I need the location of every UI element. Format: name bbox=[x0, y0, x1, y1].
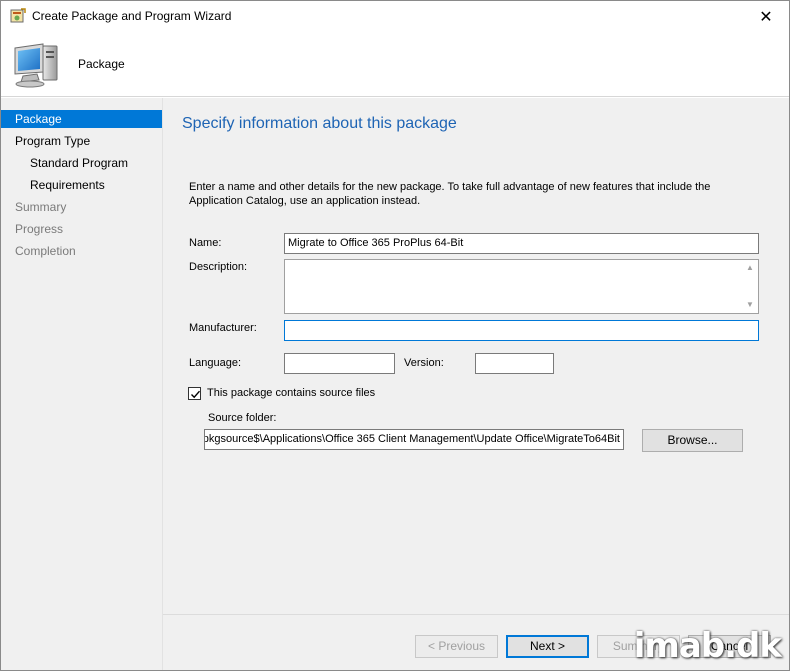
description-input[interactable]: ▲ ▼ bbox=[284, 259, 759, 314]
step-requirements[interactable]: Requirements bbox=[1, 176, 162, 194]
step-standard-program[interactable]: Standard Program bbox=[1, 154, 162, 172]
scroll-down-icon[interactable]: ▼ bbox=[745, 300, 755, 310]
window-title: Create Package and Program Wizard bbox=[32, 9, 232, 23]
page-title: Specify information about this package bbox=[182, 115, 457, 132]
wizard-window: Create Package and Program Wizard ✕ Pack… bbox=[0, 0, 790, 671]
wizard-main-panel: Specify information about this package E… bbox=[163, 98, 789, 670]
step-package[interactable]: Package bbox=[1, 110, 162, 128]
computer-monitor-icon bbox=[14, 43, 58, 88]
version-label: Version: bbox=[404, 357, 444, 369]
language-label: Language: bbox=[189, 357, 241, 369]
step-summary: Summary bbox=[15, 200, 67, 214]
wizard-app-icon bbox=[10, 8, 26, 23]
source-folder-label: Source folder: bbox=[208, 412, 277, 424]
browse-button[interactable]: Browse... bbox=[642, 429, 743, 452]
manufacturer-label: Manufacturer: bbox=[189, 322, 257, 334]
source-folder-input[interactable]: \\cm01\pkgsource$\Applications\Office 36… bbox=[204, 429, 624, 450]
language-input[interactable] bbox=[284, 353, 395, 374]
step-progress: Progress bbox=[15, 222, 64, 236]
step-program-type[interactable]: Program Type bbox=[1, 132, 162, 150]
title-bar: Create Package and Program Wizard ✕ bbox=[1, 1, 789, 32]
intro-text: Enter a name and other details for the n… bbox=[189, 181, 711, 207]
step-completion: Completion bbox=[15, 244, 76, 258]
wizard-header: Package bbox=[1, 32, 789, 97]
watermark-logo: imab.dk bbox=[633, 626, 782, 666]
footer-separator bbox=[163, 614, 789, 615]
manufacturer-input[interactable] bbox=[284, 320, 759, 341]
name-label: Name: bbox=[189, 237, 222, 249]
next-button[interactable]: Next > bbox=[506, 635, 589, 658]
source-folder-value: \\cm01\pkgsource$\Applications\Office 36… bbox=[204, 433, 620, 445]
source-files-checkbox[interactable] bbox=[188, 387, 201, 400]
source-files-label[interactable]: This package contains source files bbox=[207, 387, 375, 399]
checkmark-icon bbox=[191, 390, 201, 399]
wizard-steps-sidebar: Package Program Type Standard Program Re… bbox=[1, 98, 163, 670]
version-input[interactable] bbox=[475, 353, 554, 374]
scroll-up-icon[interactable]: ▲ bbox=[745, 263, 755, 273]
previous-button: < Previous bbox=[415, 635, 498, 658]
name-input[interactable]: Migrate to Office 365 ProPlus 64-Bit bbox=[284, 233, 759, 254]
header-title: Package bbox=[78, 57, 125, 71]
description-label: Description: bbox=[189, 261, 248, 273]
close-icon[interactable]: ✕ bbox=[743, 1, 789, 32]
